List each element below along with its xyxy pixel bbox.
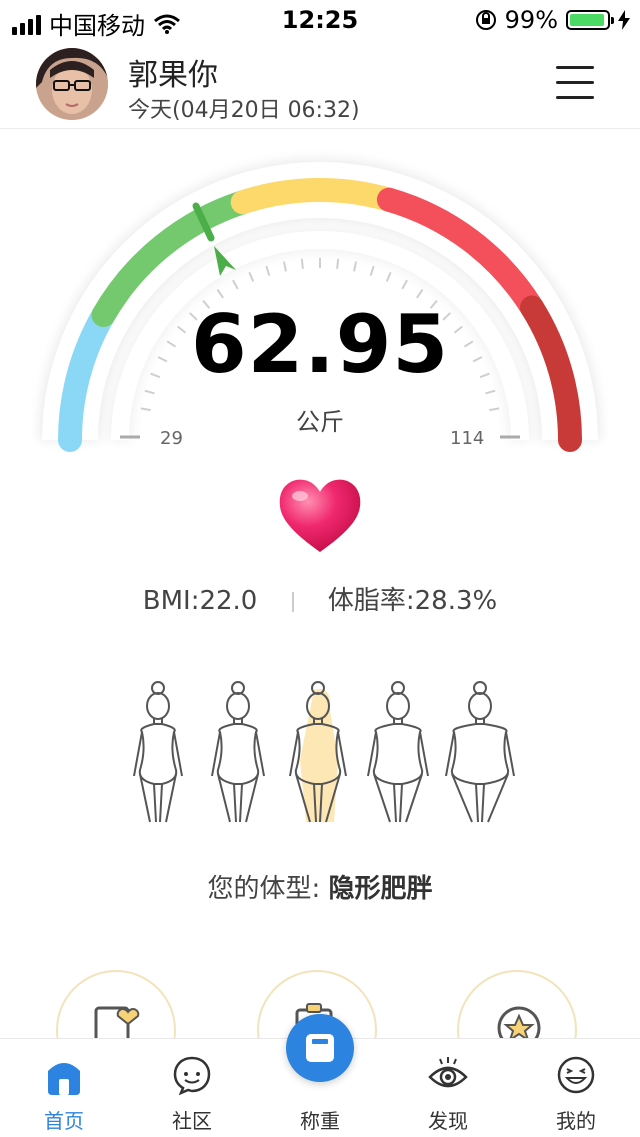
- gauge-tick: [248, 271, 255, 282]
- status-right: 99%: [475, 6, 630, 34]
- gauge-tick: [336, 258, 340, 269]
- weigh-button[interactable]: [286, 1014, 354, 1082]
- tab-mine[interactable]: 我的: [512, 1039, 640, 1137]
- charging-icon: [618, 10, 630, 30]
- body-figure: [211, 681, 265, 823]
- avatar[interactable]: [36, 48, 108, 120]
- body-figure: [445, 681, 515, 823]
- eye-icon: [428, 1057, 468, 1088]
- tab-mine-label: 我的: [556, 1109, 596, 1133]
- gauge-tick: [401, 279, 408, 290]
- body-type-figures: [133, 681, 515, 823]
- gauge-tick: [282, 261, 287, 272]
- smile-icon: [557, 1056, 595, 1094]
- gauge-min-label: 29: [160, 428, 183, 449]
- body-figure: [289, 681, 347, 823]
- weight-unit: 公斤: [296, 408, 344, 436]
- tab-discover-label: 发现: [428, 1109, 468, 1133]
- body-type-text: 您的体型: 隐形肥胖: [0, 868, 640, 905]
- avatar-image: [36, 48, 108, 120]
- battery-icon: [566, 10, 614, 30]
- body-figure: [133, 681, 183, 823]
- gauge-tick: [300, 258, 304, 269]
- body-type-label: 您的体型:: [207, 874, 329, 904]
- bmi-value: BMI:22.0: [142, 586, 258, 616]
- chat-icon: [173, 1056, 211, 1095]
- gauge-tick: [265, 265, 271, 276]
- home-icon: [48, 1063, 80, 1095]
- gauge-tick: [353, 261, 358, 272]
- gauge-tick: [216, 289, 224, 299]
- gauge-tick: [485, 389, 496, 395]
- gauge-tick: [385, 271, 392, 282]
- gauge-tick: [369, 265, 375, 276]
- body-type-value: 隐形肥胖: [328, 874, 433, 904]
- heart-icon: [279, 479, 361, 552]
- tab-home[interactable]: 首页: [0, 1039, 128, 1137]
- gauge-segment: [230, 178, 401, 215]
- gauge-tick: [144, 389, 155, 395]
- body-figure: [367, 681, 429, 823]
- profile-header: 郭果你 今天(04月20日 06:32): [0, 40, 640, 129]
- body-fat-value: 体脂率:28.3%: [327, 586, 498, 616]
- gauge-tick: [416, 289, 424, 299]
- scale-icon: [306, 1034, 334, 1062]
- battery-percent: 99%: [504, 6, 558, 34]
- menu-icon[interactable]: [556, 66, 594, 102]
- measure-date: 今天(04月20日 06:32): [128, 98, 360, 123]
- tab-home-label: 首页: [44, 1109, 84, 1133]
- metrics-row: BMI:22.0 体脂率:28.3%: [0, 580, 640, 617]
- gauge-max-label: 114: [450, 428, 485, 449]
- tab-discover[interactable]: 发现: [384, 1039, 512, 1137]
- orientation-lock-icon: [475, 10, 496, 30]
- weight-value: 62.95: [190, 298, 450, 391]
- user-name: 郭果你: [128, 58, 218, 93]
- tab-community-label: 社区: [172, 1109, 212, 1133]
- tab-weigh-label: 称重: [300, 1109, 340, 1133]
- metrics-divider: [291, 591, 294, 612]
- tab-community[interactable]: 社区: [128, 1039, 256, 1137]
- gauge-tick: [232, 279, 239, 290]
- status-bar: 中国移动 12:25 99%: [0, 0, 640, 40]
